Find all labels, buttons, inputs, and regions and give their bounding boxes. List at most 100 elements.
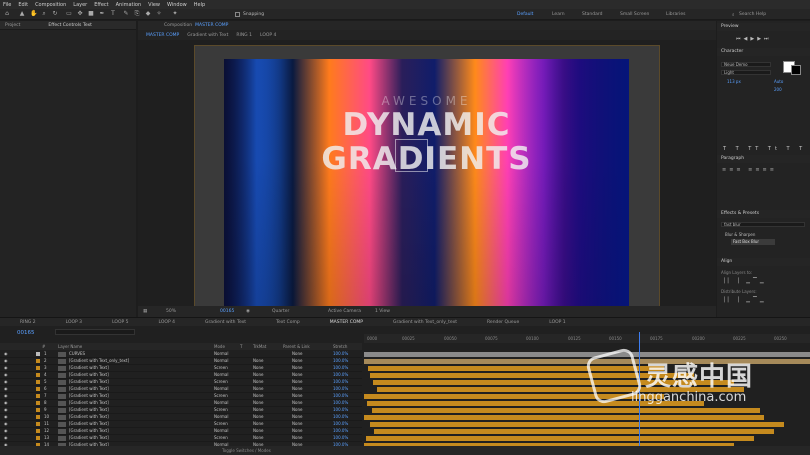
menu-window[interactable]: Window [167,2,187,8]
label-color-chip[interactable] [36,359,40,363]
eye-icon[interactable]: ◉ [4,414,8,420]
layer-name[interactable]: [Gradient with Text] [69,372,109,378]
distribute-buttons[interactable]: ▕▏▕ ▁▔▁ [721,297,767,303]
label-color-chip[interactable] [36,415,40,419]
label-color-chip[interactable] [36,366,40,370]
pan-behind-tool-icon[interactable]: ✥ [77,11,83,17]
label-color-chip[interactable] [36,422,40,426]
layer-name[interactable]: CURVES [69,351,85,357]
label-color-chip[interactable] [36,352,40,356]
layer-parent[interactable]: None [292,386,302,392]
table-row[interactable]: ◉ 3 [Gradient with Text] Screen None None 100.… [0,365,362,372]
layer-name[interactable]: [Gradient with Text] [69,365,109,371]
table-row[interactable]: ◉ 6 [Gradient with Text] Normal None None 100.… [0,386,362,393]
tracking-value[interactable]: 200 [774,87,782,92]
eye-icon[interactable]: ◉ [4,428,8,434]
table-row[interactable]: ◉ 7 [Gradient with Text] Screen None None 100.… [0,393,362,400]
layer-mode[interactable]: Normal [214,414,228,420]
search-help-input[interactable]: Search Help [739,12,766,17]
timeline-timecode[interactable]: 00165 [17,330,35,336]
resolution-select[interactable]: Quarter [272,309,289,314]
selection-tool-icon[interactable]: ▲ [19,11,25,17]
tab-render-queue[interactable]: Render Queue [487,320,519,325]
view-layout-select[interactable]: 1 View [375,309,390,314]
layer-name[interactable]: [Gradient with Text] [69,386,109,392]
layer-parent[interactable]: None [292,358,302,364]
label-color-chip[interactable] [36,387,40,391]
workspace-small-screen[interactable]: Small Screen [620,12,649,17]
tab-project[interactable]: Project [5,23,20,28]
toggle-switches-modes[interactable]: Toggle Switches / Modes [222,448,271,453]
label-color-chip[interactable] [36,401,40,405]
layer-trkmat[interactable]: None [253,428,263,434]
table-row[interactable]: ◉ 9 [Gradient with Text] Screen None None 100.… [0,407,362,414]
layer-stretch[interactable]: 100.0% [333,358,348,364]
layer-duration-bar[interactable] [372,408,760,413]
layer-mode[interactable]: Normal [214,386,228,392]
search-icon[interactable]: ⌕ [732,12,735,18]
layer-mode[interactable]: Screen [214,365,228,371]
time-ruler[interactable]: 0000 00025 00050 00075 00100 00125 00150… [364,334,810,343]
eye-icon[interactable]: ◉ [4,379,8,385]
workspace-default[interactable]: Default [517,12,533,17]
layer-trkmat[interactable]: None [253,421,263,427]
layer-parent[interactable]: None [292,407,302,413]
layer-parent[interactable]: None [292,400,302,406]
grid-icon[interactable]: ▦ [143,309,147,314]
layer-parent[interactable]: None [292,414,302,420]
table-row[interactable]: ◉ 12 [Gradient with Text] Normal None None 100… [0,428,362,435]
selection-bounding-box[interactable] [395,139,428,172]
type-tool-icon[interactable]: T [110,11,116,17]
layer-parent[interactable]: None [292,393,302,399]
hand-tool-icon[interactable]: ✋ [30,11,37,17]
table-row[interactable]: ◉ 1 CURVES Normal None 100.0% [0,351,362,358]
layer-parent[interactable]: None [292,365,302,371]
roto-tool-icon[interactable]: ✧ [156,11,162,17]
eraser-tool-icon[interactable]: ◆ [145,11,151,17]
layer-stretch[interactable]: 100.0% [333,435,348,441]
layer-mode[interactable]: Normal [214,400,228,406]
tab-effect-controls[interactable]: Effect Controls Text [48,23,92,28]
stroke-color-swatch[interactable] [791,65,801,75]
layer-mode[interactable]: Screen [214,421,228,427]
camera-tool-icon[interactable]: ▭ [66,11,72,17]
eye-icon[interactable]: ◉ [4,407,8,413]
layer-trkmat[interactable]: None [253,400,263,406]
layer-trkmat[interactable]: None [253,407,263,413]
layer-duration-bar[interactable] [366,436,754,441]
layer-name[interactable]: [Gradient with Text_only_text] [69,358,129,364]
eye-icon[interactable]: ◉ [4,435,8,441]
layer-stretch[interactable]: 100.0% [333,365,348,371]
font-family-select[interactable]: Neue Demo [721,62,771,67]
workspace-learn[interactable]: Learn [552,12,565,17]
layer-stretch[interactable]: 100.0% [333,407,348,413]
layer-trkmat[interactable]: None [253,393,263,399]
effect-item-fast-box-blur[interactable]: Fast Box Blur [731,239,775,245]
puppet-tool-icon[interactable]: ✦ [172,11,178,17]
tab-ring-2[interactable]: RING 2 [20,320,36,325]
layer-stretch[interactable]: 100.0% [333,351,348,357]
layer-name[interactable]: [Gradient with Text] [69,435,109,441]
pen-tool-icon[interactable]: ✒ [99,11,105,17]
font-style-select[interactable]: Light [721,70,771,75]
layer-trkmat[interactable]: None [253,379,263,385]
layer-trkmat[interactable]: None [253,435,263,441]
label-color-chip[interactable] [36,436,40,440]
menu-effect[interactable]: Effect [94,2,108,8]
table-row[interactable]: ◉ 11 [Gradient with Text] Screen None None 100… [0,421,362,428]
clone-tool-icon[interactable]: ⎘ [134,11,140,17]
tab-loop-1[interactable]: LOOP 1 [549,320,565,325]
layer-mode[interactable]: Normal [214,351,228,357]
layer-stretch[interactable]: 100.0% [333,386,348,392]
layer-parent[interactable]: None [292,428,302,434]
layer-name[interactable]: [Gradient with Text] [69,400,109,406]
menu-layer[interactable]: Layer [73,2,87,8]
eye-icon[interactable]: ◉ [4,365,8,371]
table-row[interactable]: ◉ 13 [Gradient with Text] Screen None None 100… [0,435,362,442]
effects-search-input[interactable]: fast blur [721,222,805,227]
composition-tab-name[interactable]: MASTER COMP [195,23,228,28]
layer-mode[interactable]: Screen [214,379,228,385]
layer-search-input[interactable] [55,329,135,335]
menu-composition[interactable]: Composition [35,2,66,8]
layer-trkmat[interactable]: None [253,365,263,371]
